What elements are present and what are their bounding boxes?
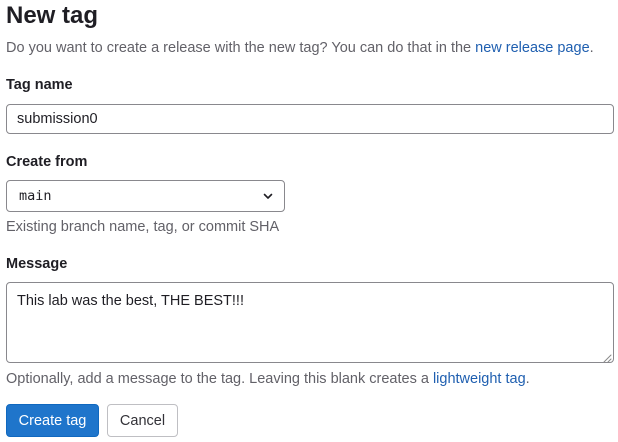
create-from-value: main: [19, 188, 52, 204]
message-help-body: Optionally, add a message to the tag. Le…: [6, 371, 433, 387]
resize-grip-icon[interactable]: [601, 350, 612, 363]
intro-text-body: Do you want to create a release with the…: [6, 40, 476, 56]
cancel-button[interactable]: Cancel: [107, 404, 178, 437]
page-title: New tag: [6, 2, 99, 29]
tag-name-label: Tag name: [6, 77, 73, 93]
message-help: Optionally, add a message to the tag. Le…: [6, 369, 530, 389]
create-from-dropdown[interactable]: main: [6, 180, 285, 212]
message-textarea[interactable]: This lab was the best, THE BEST!!!: [6, 282, 614, 363]
message-label: Message: [6, 256, 68, 272]
message-help-end: .: [525, 371, 530, 387]
tag-name-input[interactable]: [6, 104, 614, 134]
intro-text-end: .: [589, 40, 594, 56]
create-tag-button[interactable]: Create tag: [6, 404, 99, 437]
intro-text: Do you want to create a release with the…: [6, 38, 594, 58]
new-release-page-link[interactable]: new release page: [475, 40, 589, 56]
create-from-label: Create from: [6, 154, 88, 170]
create-from-help: Existing branch name, tag, or commit SHA: [6, 219, 280, 235]
lightweight-tag-link[interactable]: lightweight tag: [433, 371, 526, 387]
chevron-down-icon: [262, 190, 274, 202]
